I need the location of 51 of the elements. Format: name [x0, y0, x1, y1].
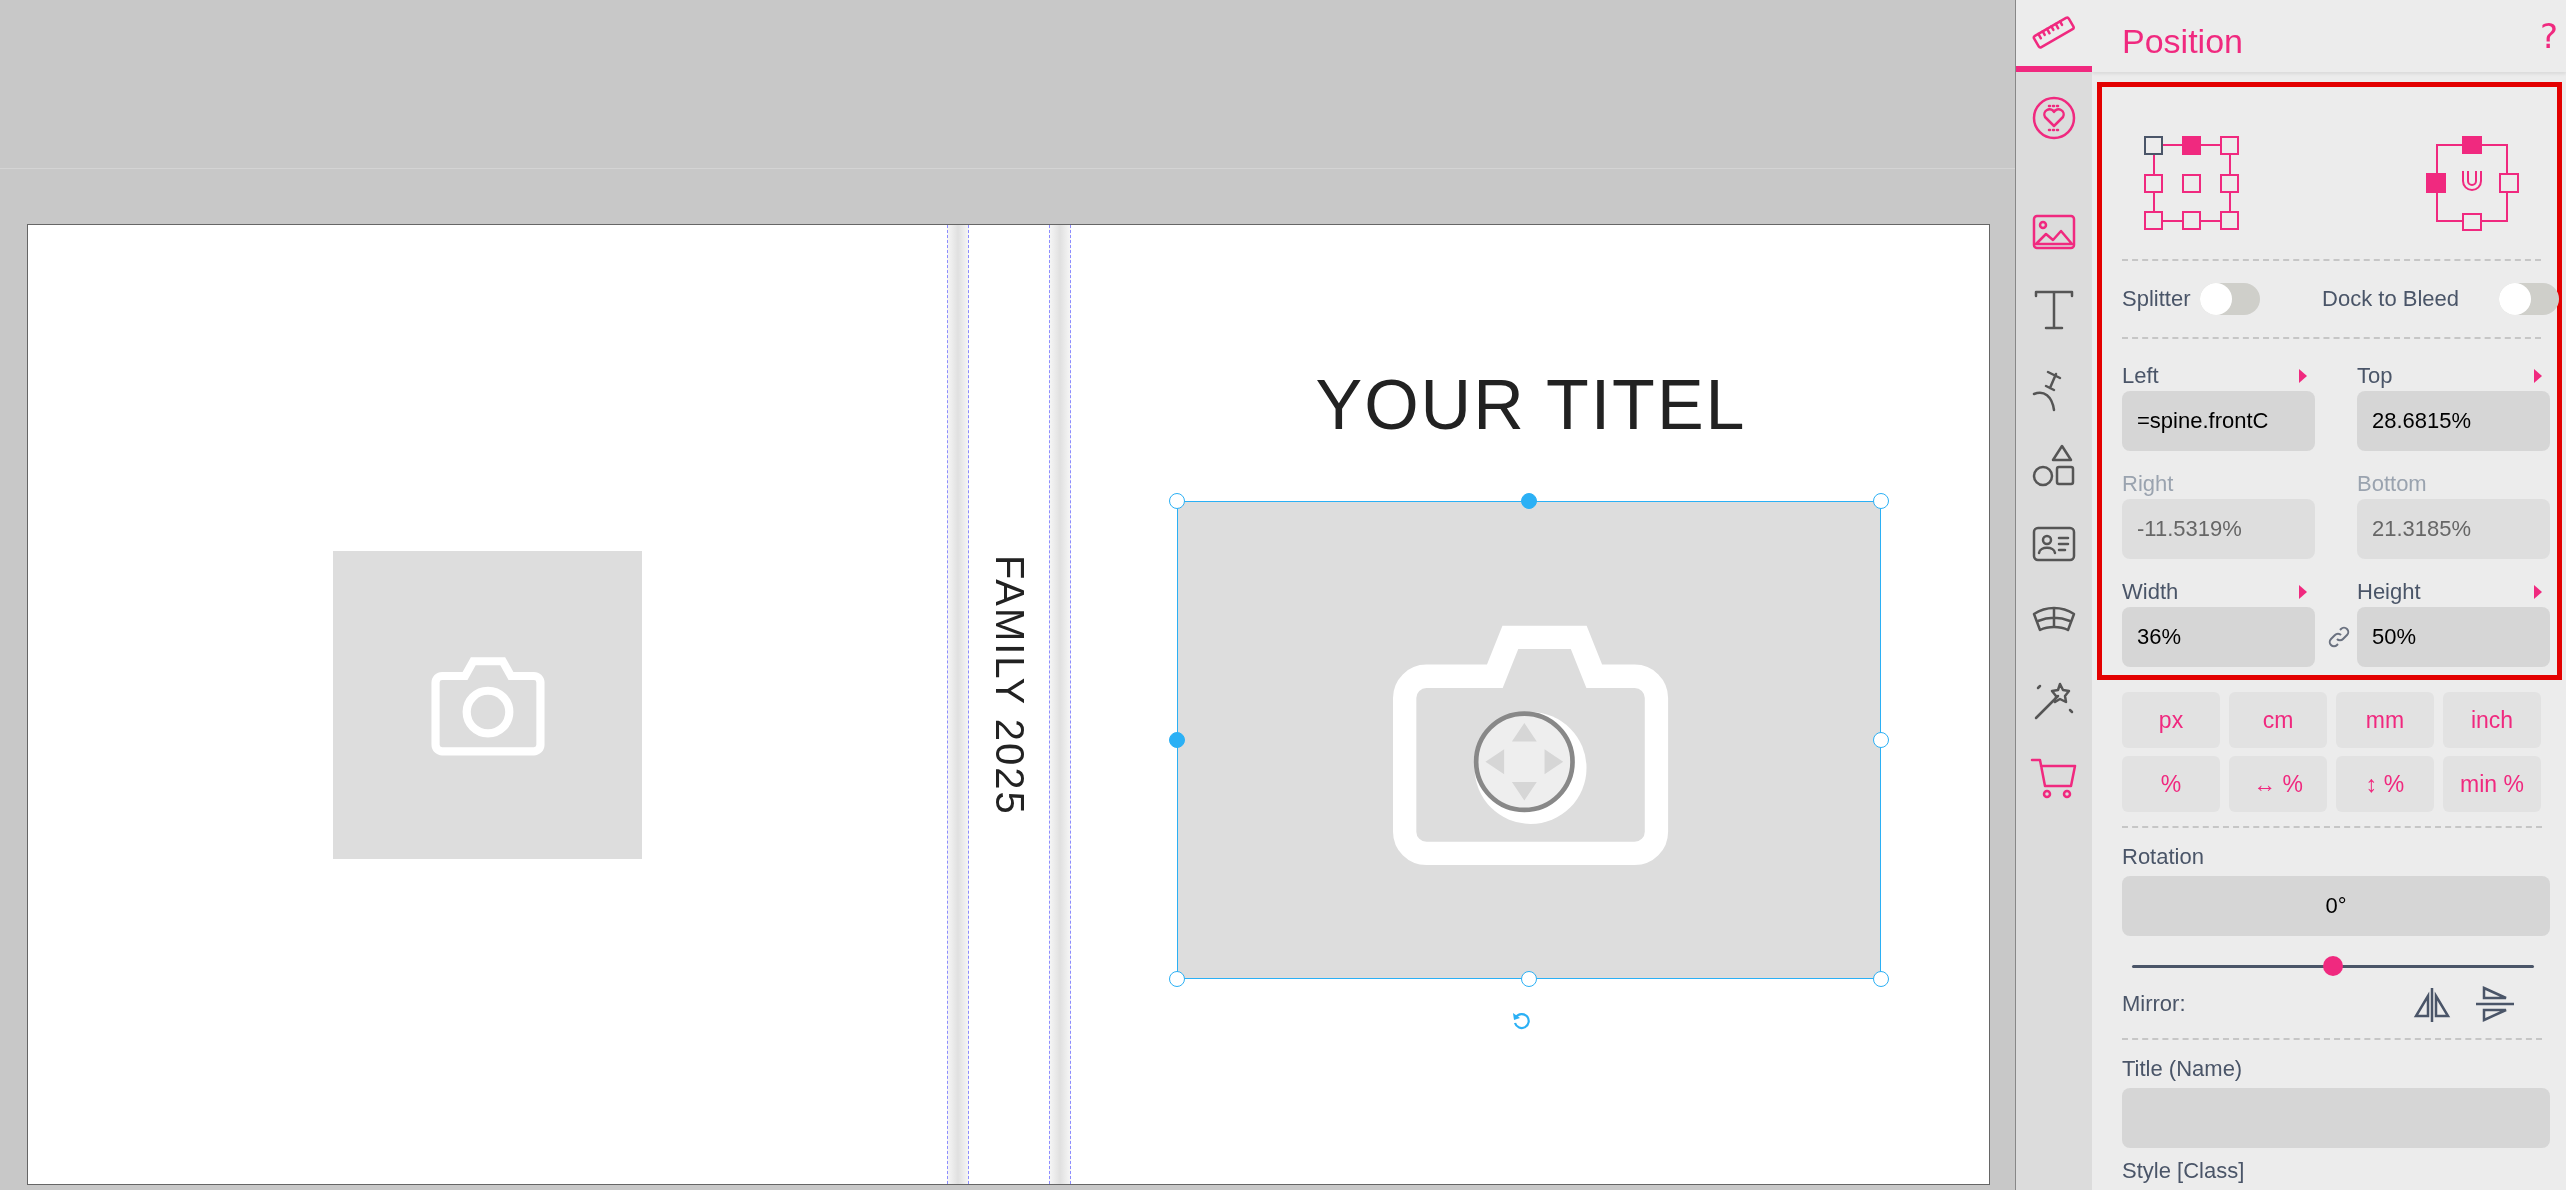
unit-button[interactable]: inch [2443, 692, 2541, 748]
panel-title: Position [2122, 21, 2243, 61]
rotation-label: Rotation [2122, 844, 2205, 870]
rotation-slider[interactable] [2132, 956, 2534, 976]
resize-handle[interactable] [1169, 732, 1185, 748]
menu-arrow-icon[interactable] [2534, 585, 2542, 599]
toggle-switch[interactable] [2200, 283, 2261, 315]
name-label: Title (Name) [2122, 1056, 2244, 1082]
cover-title[interactable]: YOUR TITEL [1315, 365, 1747, 445]
unit-button[interactable]: ↔ % [2229, 756, 2327, 812]
unit-button[interactable]: min % [2443, 756, 2541, 812]
toggle-switch[interactable] [2499, 283, 2559, 315]
toggle-label: Splitter [2122, 286, 2191, 312]
input-field[interactable]: =spine.frontC [2122, 391, 2315, 451]
anchor-grid-icon[interactable] [2142, 135, 2242, 231]
field-label: Width [2122, 579, 2179, 605]
input-field[interactable]: 28.6815% [2357, 391, 2550, 451]
field-label: Bottom [2357, 471, 2427, 497]
menu-arrow-icon[interactable] [2534, 369, 2542, 383]
resize-handle[interactable] [1521, 493, 1537, 509]
ruler-tab[interactable] [2016, 0, 2092, 72]
resize-handle[interactable] [1873, 971, 1889, 987]
unit-button[interactable]: ↕ % [2336, 756, 2434, 812]
resize-handle[interactable] [1521, 971, 1537, 987]
rotate-icon[interactable] [1511, 1011, 1531, 1031]
field-label: Right [2122, 471, 2174, 497]
slider-thumb[interactable] [2323, 956, 2343, 976]
resize-handle[interactable] [1169, 493, 1185, 509]
help-button[interactable]: ? [2539, 16, 2558, 56]
resize-handle[interactable] [1873, 493, 1889, 509]
input-field[interactable]: 50% [2357, 607, 2550, 667]
input-field[interactable]: 36% [2122, 607, 2315, 667]
unit-button[interactable]: cm [2229, 692, 2327, 748]
style-label: Style [Class] [2122, 1158, 2246, 1184]
field-label: Left [2122, 363, 2159, 389]
menu-arrow-icon[interactable] [2299, 369, 2307, 383]
toggle-label: Dock to Bleed [2322, 286, 2459, 312]
mirror-label: Mirror: [2122, 991, 2186, 1017]
resize-handle[interactable] [1873, 732, 1889, 748]
resize-handle[interactable] [1169, 971, 1185, 987]
link-icon[interactable] [2327, 625, 2351, 649]
field-label: Height [2357, 579, 2421, 605]
unit-button[interactable]: mm [2336, 692, 2434, 748]
unit-button[interactable]: px [2122, 692, 2220, 748]
unit-button[interactable]: % [2122, 756, 2220, 812]
flip-vertical-icon[interactable] [2474, 984, 2514, 1024]
field-label: Top [2357, 363, 2393, 389]
menu-arrow-icon[interactable] [2299, 585, 2307, 599]
spine-text[interactable]: FAMILY 2025 [986, 555, 1032, 816]
magnet-anchor-icon[interactable] [2423, 135, 2519, 231]
rotation-field[interactable]: 0° [2122, 876, 2550, 936]
